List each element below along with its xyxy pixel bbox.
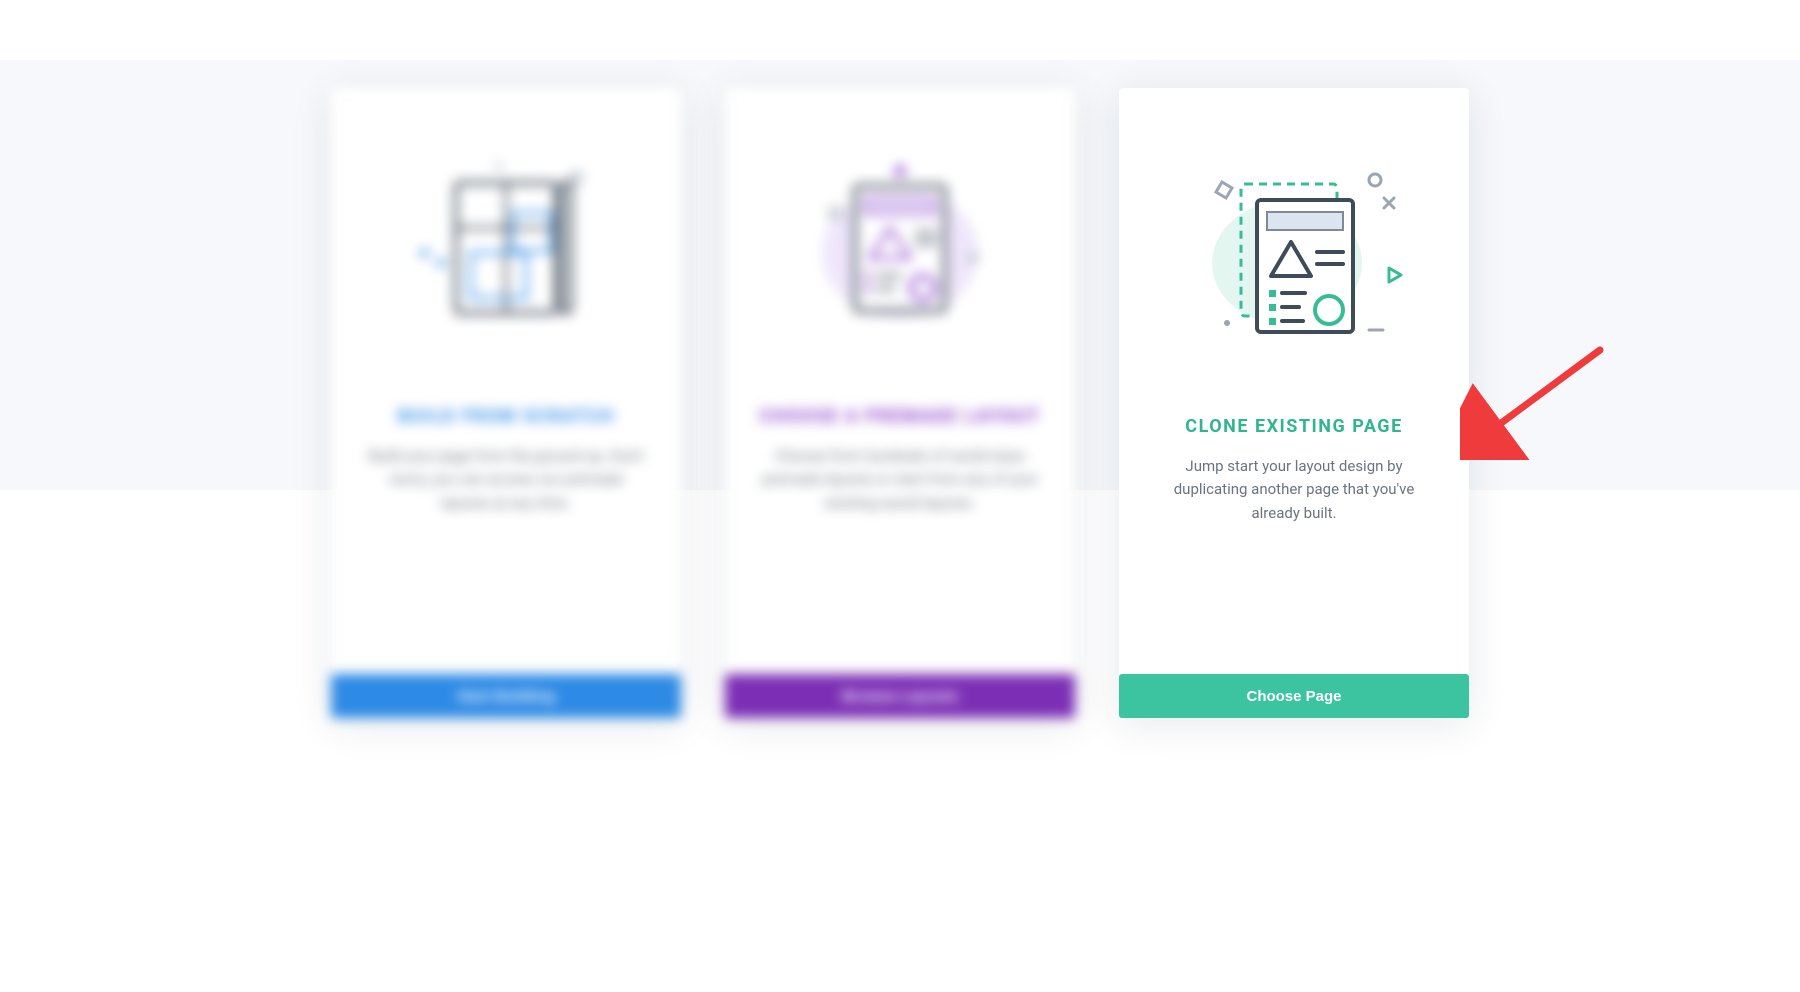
- card-description: Build your page from the ground up. Don'…: [365, 445, 647, 515]
- card-build-from-scratch[interactable]: BUILD FROM SCRATCH Build your page from …: [331, 88, 681, 718]
- choose-page-button[interactable]: Choose Page: [1119, 674, 1469, 718]
- card-description: Choose from hundreds of world-class prem…: [759, 445, 1041, 515]
- premade-layout-icon: [725, 88, 1075, 338]
- card-clone-existing-page[interactable]: CLONE EXISTING PAGE Jump start your layo…: [1119, 88, 1469, 718]
- card-description: Jump start your layout design by duplica…: [1153, 455, 1435, 525]
- clone-card-title: CLONE EXISTING PAGE: [1119, 416, 1469, 437]
- build-from-scratch-icon: [331, 88, 681, 338]
- clone-page-icon: [1119, 88, 1469, 348]
- card-premade-layout[interactable]: CHOOSE A PREMADE LAYOUT Choose from hund…: [725, 88, 1075, 718]
- option-cards-row: BUILD FROM SCRATCH Build your page from …: [331, 88, 1469, 718]
- start-building-button[interactable]: Start Building: [331, 674, 681, 718]
- browse-layouts-button[interactable]: Browse Layouts: [725, 674, 1075, 718]
- card-title: CHOOSE A PREMADE LAYOUT: [725, 406, 1075, 427]
- card-title: BUILD FROM SCRATCH: [331, 406, 681, 427]
